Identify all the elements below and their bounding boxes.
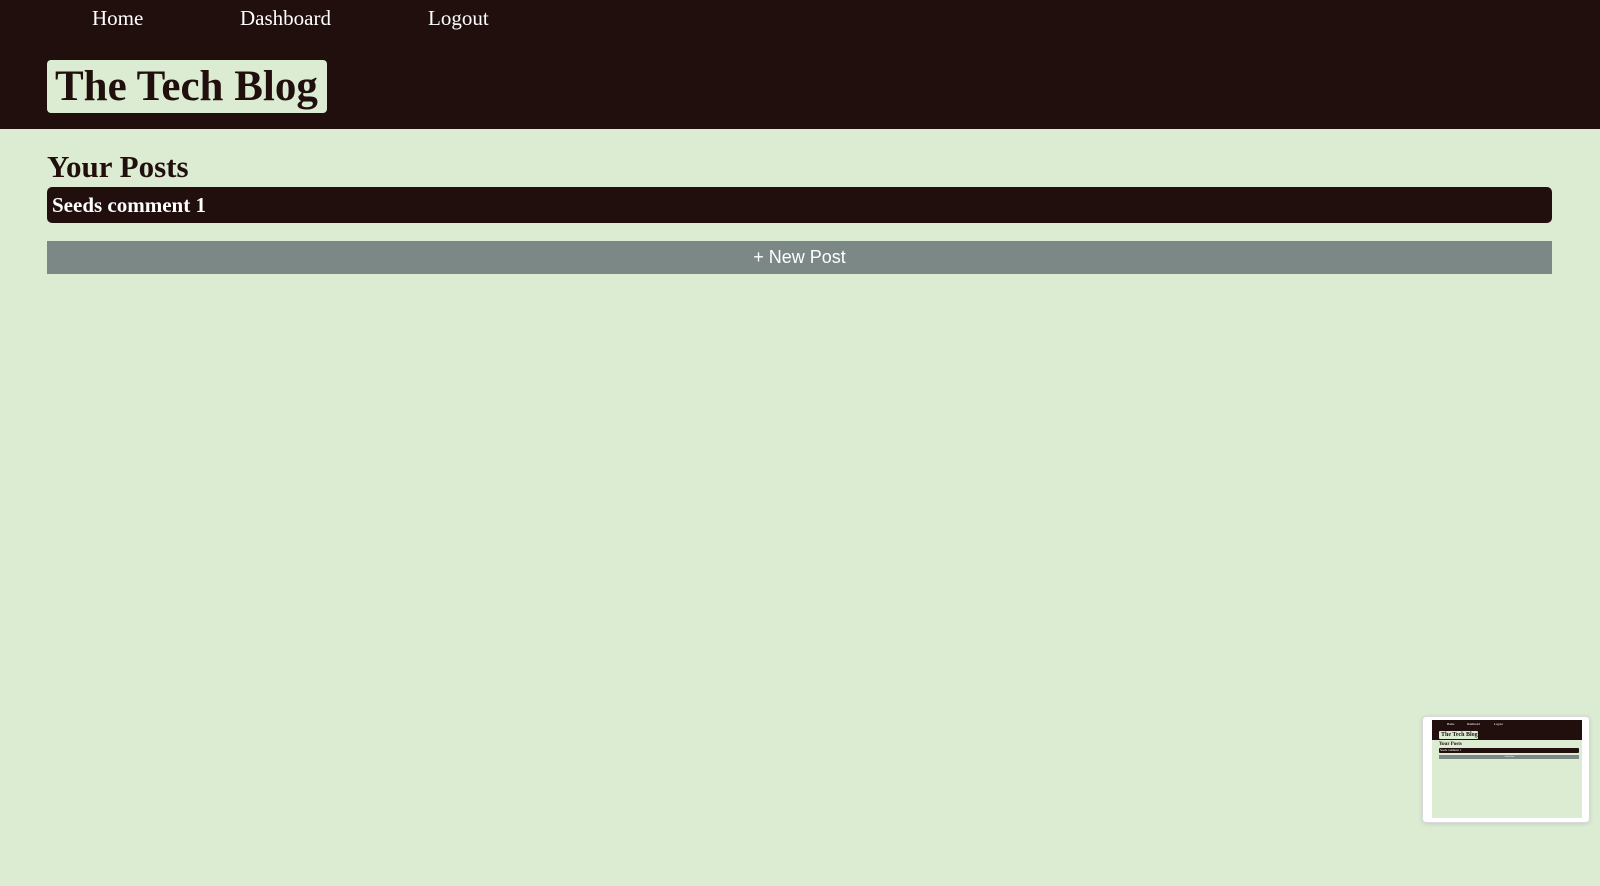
thumbnail-nav-logout: Logout <box>1494 722 1503 726</box>
thumbnail-title-container: The Tech Blog <box>1439 731 1478 739</box>
nav-link-logout[interactable]: Logout <box>428 4 489 32</box>
your-posts-heading: Your Posts <box>47 149 189 184</box>
page-preview-thumbnail: Home Dashboard Logout The Tech Blog Your… <box>1422 716 1590 823</box>
thumbnail-header: Home Dashboard Logout The Tech Blog <box>1432 720 1582 740</box>
thumbnail-site-title: The Tech Blog <box>1441 732 1478 738</box>
nav-link-home[interactable]: Home <box>92 4 143 32</box>
site-title-container: The Tech Blog <box>47 60 327 113</box>
nav-link-dashboard[interactable]: Dashboard <box>240 4 331 32</box>
new-post-button[interactable]: + New Post <box>47 241 1552 274</box>
thumbnail-nav-home: Home <box>1447 722 1455 726</box>
thumbnail-post-title: Seeds comment 1 <box>1440 748 1462 752</box>
thumbnail-new-post-button: + New Post <box>1439 755 1579 759</box>
site-title: The Tech Blog <box>55 63 318 110</box>
site-header: Home Dashboard Logout The Tech Blog <box>0 0 1600 129</box>
post-item[interactable]: Seeds comment 1 <box>47 187 1552 223</box>
thumbnail-page: Home Dashboard Logout The Tech Blog Your… <box>1432 720 1582 818</box>
thumbnail-post-item: Seeds comment 1 <box>1439 748 1579 753</box>
post-title: Seeds comment 1 <box>52 193 206 217</box>
thumbnail-nav-dashboard: Dashboard <box>1467 722 1480 726</box>
